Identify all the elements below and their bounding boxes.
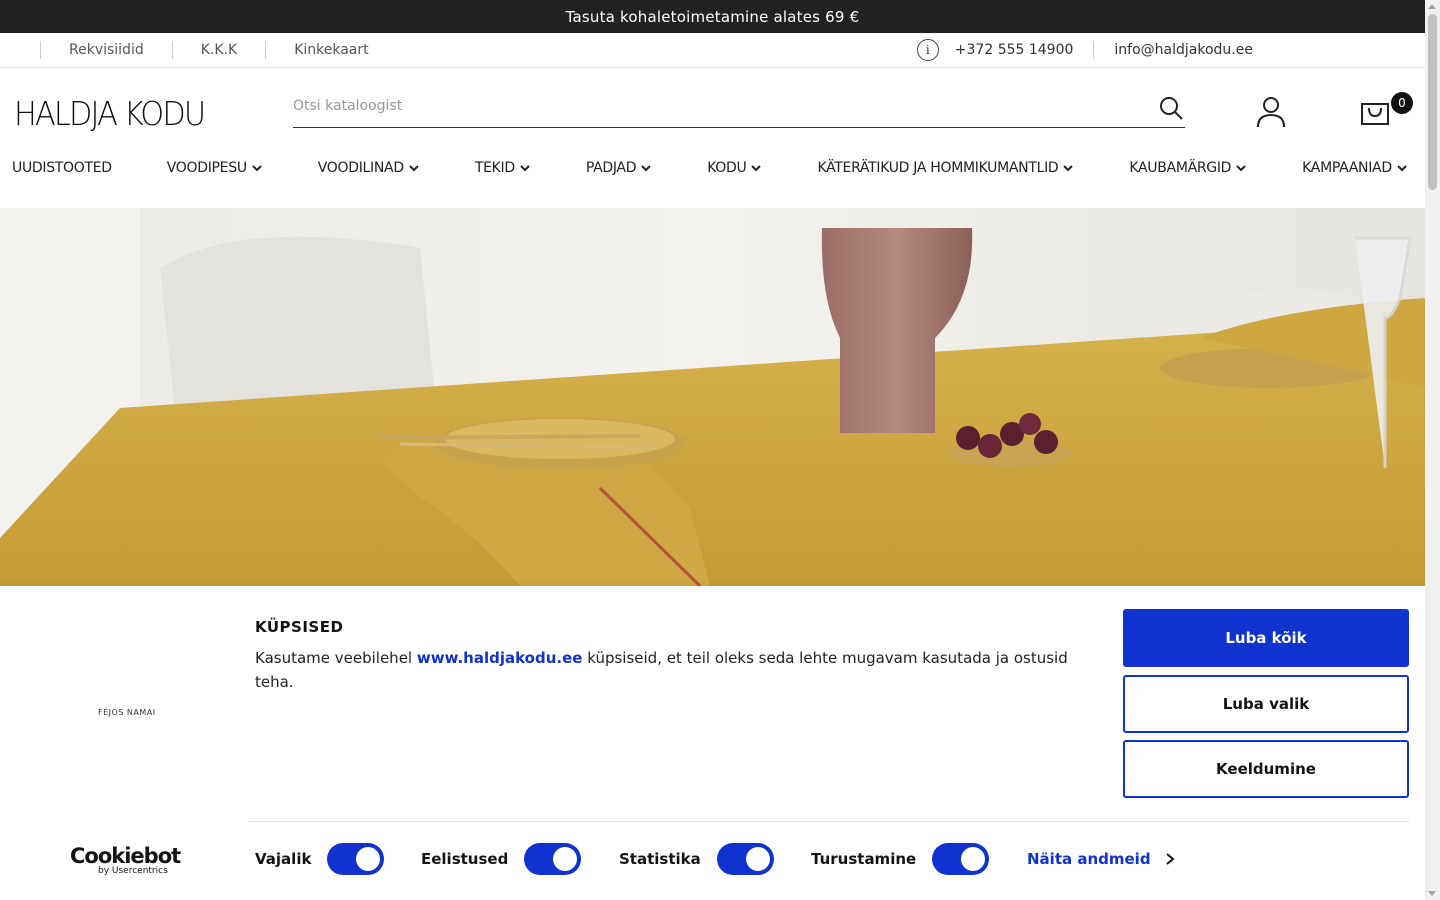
site-logo[interactable]: HALDJA KODU (14, 94, 206, 133)
cookiebot-wordmark: Cookiebot (70, 844, 181, 868)
brand-logo-small: FÉJOS NAMAI (98, 708, 156, 717)
scrollbar-thumb[interactable] (1428, 14, 1437, 190)
utility-links: Rekvisiidid K.K.K Kinkekaart (40, 33, 397, 67)
divider (249, 821, 1409, 822)
nav-item-tekid[interactable]: TEKID (475, 160, 531, 176)
nav-item-kaubamargid[interactable]: KAUBAMÄRGID (1129, 160, 1247, 176)
toggle-label: Statistika (619, 850, 701, 868)
toggle-turustamine[interactable] (932, 843, 990, 875)
nav-item-kateratikud[interactable]: KÄTERÄTIKUD JA HOMMIKUMANTLID (817, 160, 1074, 176)
email-address[interactable]: info@haldjakodu.ee (1114, 42, 1253, 58)
phone-number[interactable]: +372 555 14900 (955, 42, 1094, 58)
nav-item-padjad[interactable]: PADJAD (586, 160, 652, 176)
toggle-group-eelistused: Eelistused (421, 843, 582, 875)
chevron-down-icon (1397, 165, 1407, 172)
cookiebot-subtitle: by Usercentrics (98, 866, 168, 876)
chevron-down-icon (1236, 165, 1246, 172)
shopping-bag-icon[interactable] (1360, 96, 1390, 126)
search-icon[interactable] (1159, 96, 1183, 120)
chevron-down-icon (641, 165, 651, 172)
chevron-right-icon (1165, 853, 1175, 865)
link-kkk[interactable]: K.K.K (173, 42, 265, 58)
nav-item-kampaaniad[interactable]: KAMPAANIAD (1302, 160, 1408, 176)
info-icon[interactable]: i (916, 39, 939, 61)
search-bar (293, 86, 1185, 128)
toggle-label: Turustamine (811, 850, 917, 868)
nav-item-kodu[interactable]: KODU (707, 160, 762, 176)
link-rekvisiidid[interactable]: Rekvisiidid (41, 42, 172, 58)
cart-count-badge[interactable]: 0 (1391, 92, 1413, 114)
nav-item-voodipesu[interactable]: VOODIPESU (167, 160, 263, 176)
divider (1093, 41, 1095, 59)
cookie-text-before: Kasutame veebilehel (255, 649, 417, 667)
toggle-statistika[interactable] (716, 843, 774, 875)
promo-text: Tasuta kohaletoimetamine alates 69 € (565, 7, 860, 26)
toggle-eelistused[interactable] (524, 843, 582, 875)
toggle-vajalik[interactable] (327, 843, 385, 875)
nav-item-uudistooted[interactable]: UUDISTOOTED (12, 160, 112, 176)
site-link[interactable]: www.haldjakodu.ee (417, 649, 583, 667)
hero-banner-image[interactable] (0, 208, 1425, 586)
toggle-label: Vajalik (255, 850, 312, 868)
cookie-title: KÜPSISED (255, 618, 344, 636)
cookiebot-logo: Cookiebot by Usercentrics (70, 844, 181, 876)
accept-selection-button[interactable]: Luba valik (1123, 675, 1409, 733)
utility-bar: Rekvisiidid K.K.K Kinkekaart i +372 555 … (0, 33, 1425, 68)
search-input[interactable] (293, 86, 1133, 126)
main-navigation: UUDISTOOTED VOODIPESU VOODILINAD TEKID P… (0, 150, 1425, 186)
site-header: HALDJA KODU 0 (0, 68, 1425, 140)
link-kinkekaart[interactable]: Kinkekaart (266, 42, 396, 58)
chevron-down-icon (409, 165, 419, 172)
cookie-description: Kasutame veebilehel www.haldjakodu.ee kü… (255, 646, 1095, 694)
toggle-group-vajalik: Vajalik (255, 843, 385, 875)
promo-bar: Tasuta kohaletoimetamine alates 69 € (0, 0, 1425, 33)
chevron-down-icon (1063, 165, 1074, 172)
chevron-down-icon (252, 165, 262, 172)
cookie-consent-banner: FÉJOS NAMAI KÜPSISED Kasutame veebilehel… (0, 586, 1425, 900)
chevron-down-icon (520, 165, 530, 172)
details-label: Näita andmeid (1027, 850, 1151, 868)
user-account-icon[interactable] (1256, 96, 1286, 128)
contact-info: i +372 555 14900 info@haldjakodu.ee (916, 33, 1253, 67)
scroll-down-arrow[interactable] (1428, 891, 1436, 896)
page-scrollbar[interactable] (1425, 0, 1440, 900)
chevron-down-icon (751, 165, 762, 172)
nav-item-voodilinad[interactable]: VOODILINAD (318, 160, 420, 176)
toggle-group-turustamine: Turustamine (811, 843, 990, 875)
show-details-link[interactable]: Näita andmeid (1027, 850, 1175, 868)
toggle-group-statistika: Statistika (619, 843, 774, 875)
accept-all-button[interactable]: Luba kõik (1123, 609, 1409, 667)
scroll-up-arrow[interactable] (1428, 4, 1436, 9)
toggle-label: Eelistused (421, 850, 509, 868)
deny-button[interactable]: Keeldumine (1123, 740, 1409, 798)
hero-illustration (0, 208, 1425, 586)
